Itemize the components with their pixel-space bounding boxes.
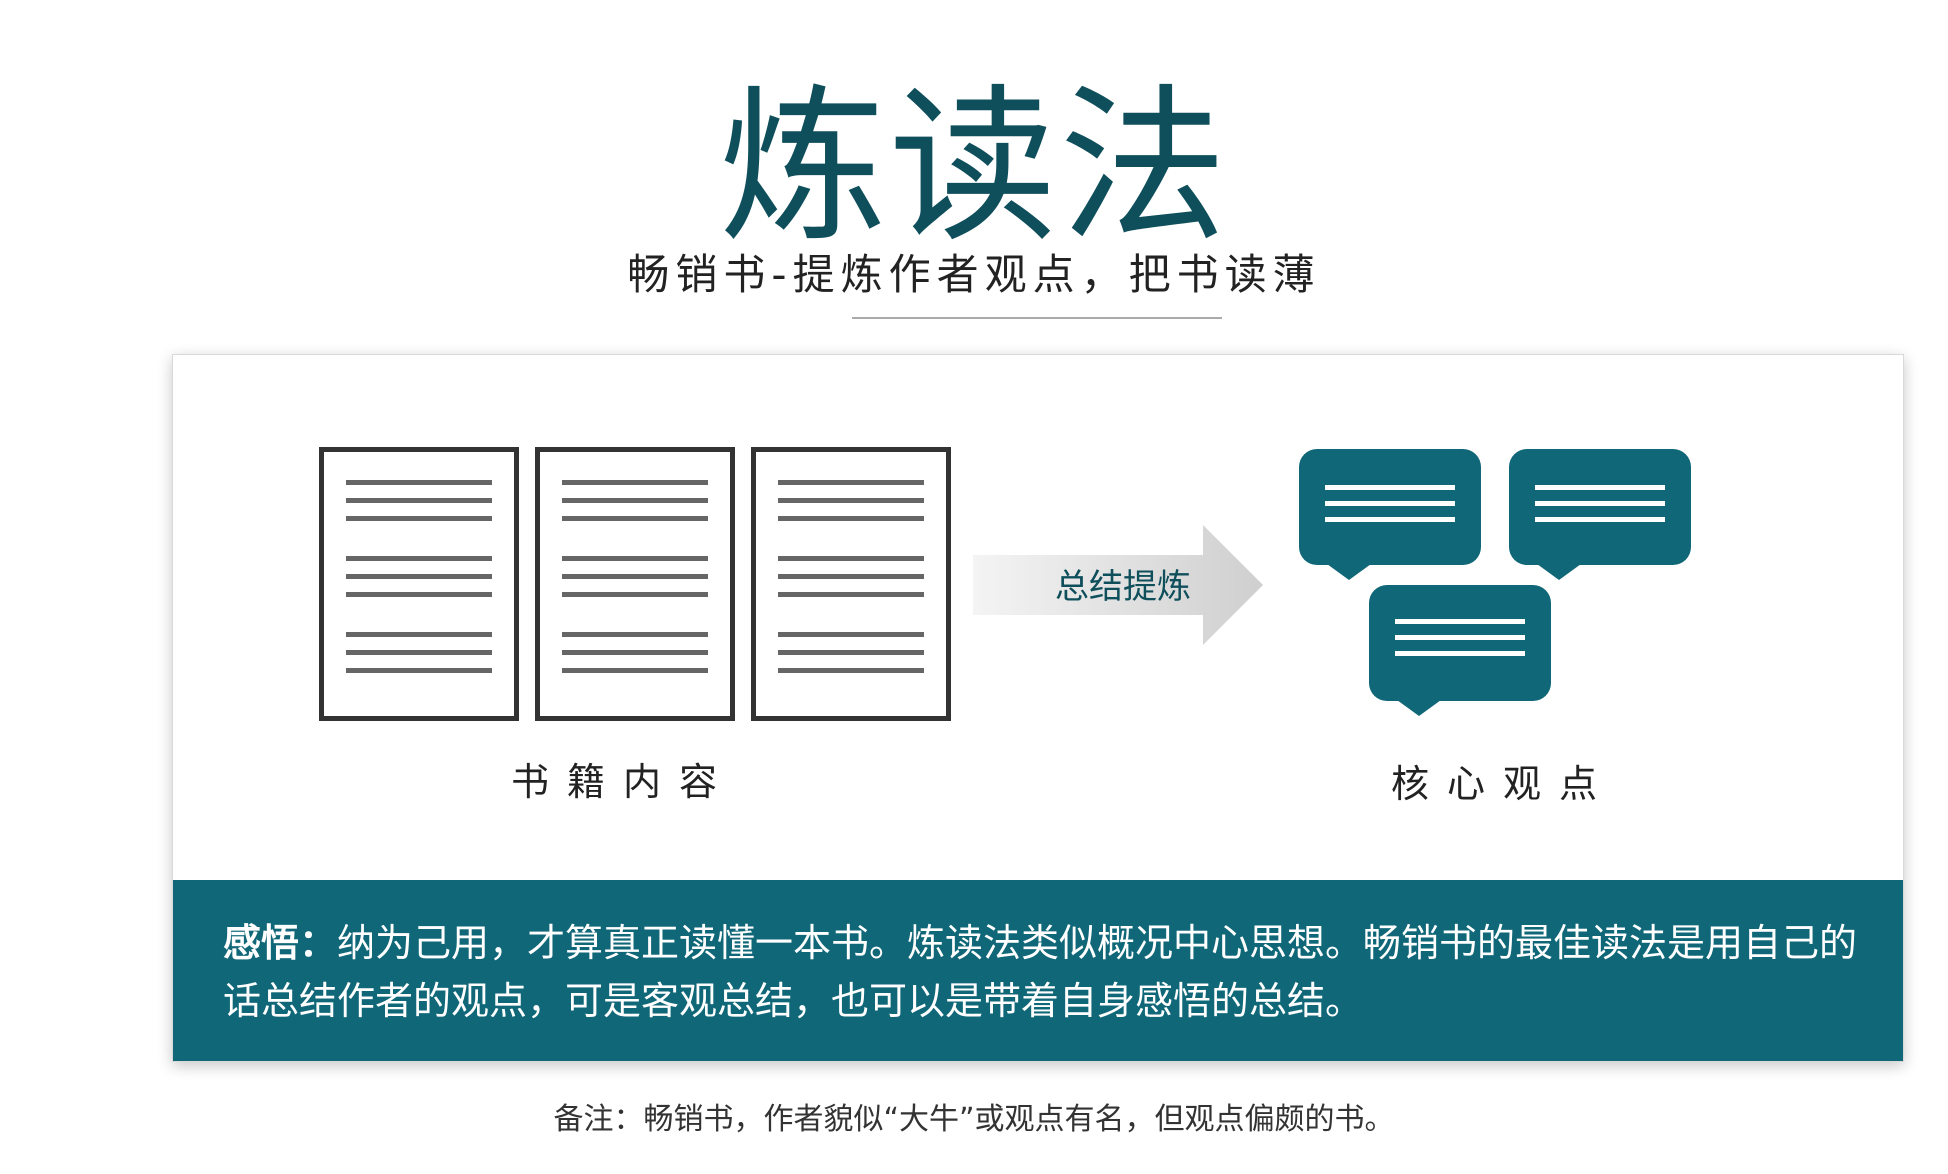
insight-body: 纳为己用，才算真正读懂一本书。炼读法类似概况中心思想。畅销书的最佳读法是用自己的… [223,921,1858,1023]
speech-bubble-icon [1299,449,1481,580]
page-title: 炼读法 [719,69,1229,265]
page-subtitle: 畅销书-提炼作者观点，把书读薄 [627,250,1321,299]
insight-banner: 感悟：纳为己用，才算真正读懂一本书。炼读法类似概况中心思想。畅销书的最佳读法是用… [173,880,1903,1061]
diagram-card: 书籍内容 总结提炼 核心观点 感悟：纳为己用，才算真正读懂一本书。炼读法类似概况… [172,354,1904,1062]
insight-lead: 感悟： [223,921,338,965]
document-page-icon [535,447,735,721]
footnote: 备注：畅销书，作者貌似“大牛”或观点有名，但观点偏颇的书。 [553,1102,1395,1137]
speech-bubble-icon [1369,585,1551,716]
document-page-icon [319,447,519,721]
insight-text: 感悟：纳为己用，才算真正读懂一本书。炼读法类似概况中心思想。畅销书的最佳读法是用… [223,914,1873,1030]
title-divider [852,317,1222,319]
book-content-label: 书籍内容 [510,760,735,804]
core-viewpoint-label: 核心观点 [1390,762,1615,806]
arrow-label: 总结提炼 [1055,567,1191,607]
speech-bubble-icon [1509,449,1691,580]
document-page-icon [751,447,951,721]
